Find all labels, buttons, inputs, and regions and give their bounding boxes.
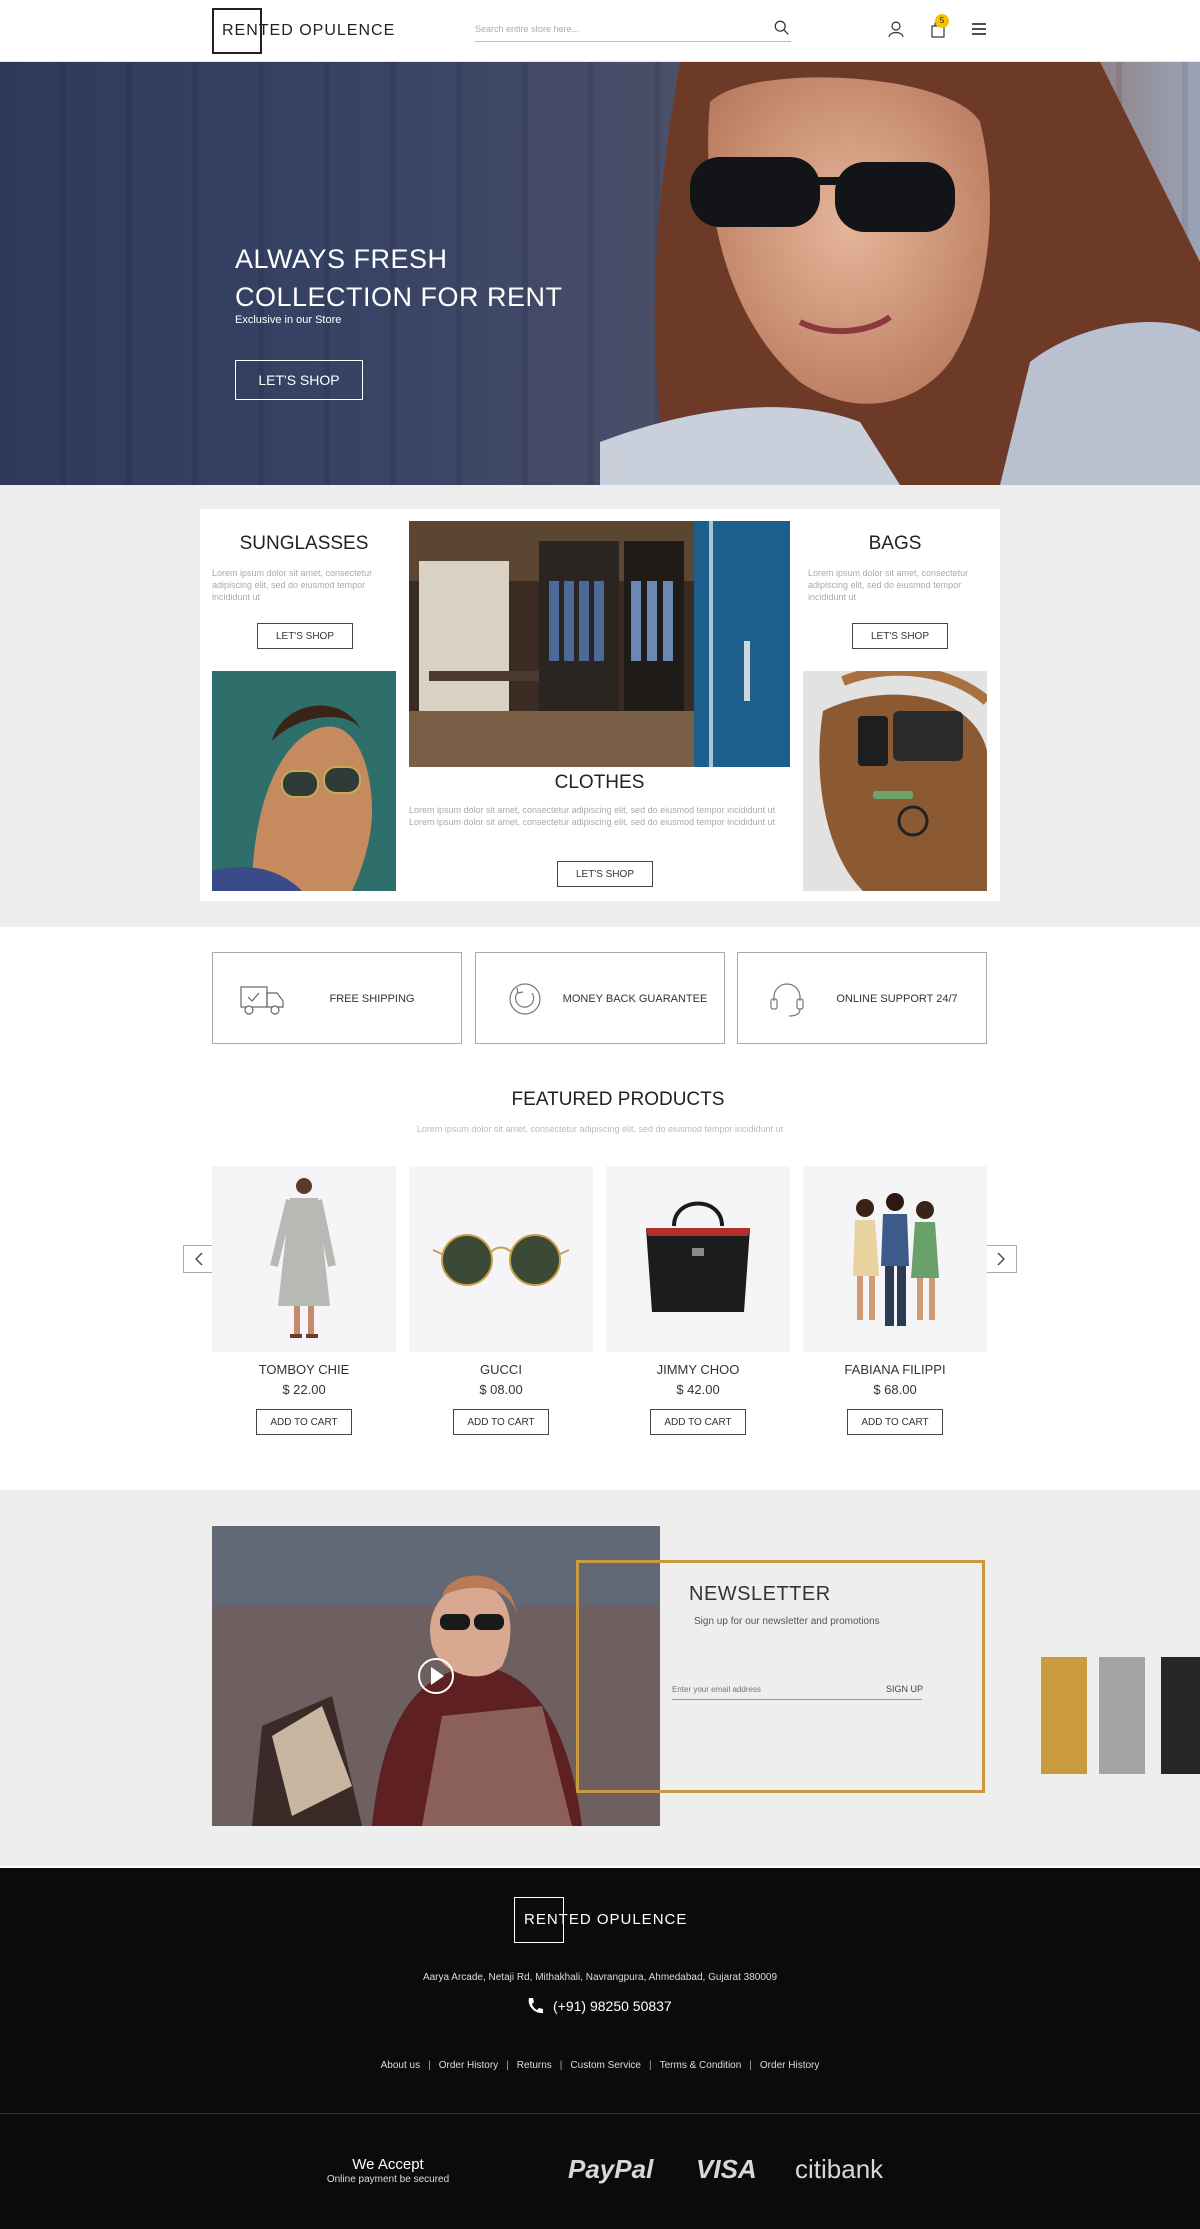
footer-link[interactable]: Custom Service <box>570 2060 641 2071</box>
categories-panel: SUNGLASSES Lorem ipsum dolor sit amet, c… <box>200 509 1000 901</box>
add-to-cart-button[interactable]: ADD TO CART <box>453 1409 549 1435</box>
product-price: $ 68.00 <box>873 1382 917 1397</box>
product-card[interactable]: TOMBOY CHIE $ 22.00 ADD TO CART <box>212 1166 396 1435</box>
footer-link[interactable]: Order History <box>760 2060 819 2071</box>
hero-banner: ALWAYS FRESH COLLECTION FOR RENT Exclusi… <box>0 62 1200 485</box>
product-image[interactable] <box>803 1166 987 1352</box>
featured-products-title: FEATURED PRODUCTS <box>511 1089 725 1110</box>
product-card[interactable]: FABIANA FILIPPI $ 68.00 ADD TO CART <box>803 1166 987 1435</box>
visa-logo: VISA <box>696 2154 757 2184</box>
footer-address: Aarya Arcade, Netaji Rd, Mithakhali, Nav… <box>422 1972 778 1983</box>
phone-icon <box>528 1998 543 2014</box>
product-image[interactable] <box>409 1166 593 1352</box>
site-logo[interactable]: RENTED OPULENCE <box>212 8 394 54</box>
footer-link[interactable]: Order History <box>439 2060 498 2071</box>
truck-icon <box>240 986 284 1015</box>
product-price: $ 08.00 <box>479 1382 523 1397</box>
bags-shop-button[interactable]: LET'S SHOP <box>852 623 948 649</box>
bags-title: BAGS <box>868 533 922 554</box>
footer-phone[interactable]: (+91) 98250 50837 <box>525 1996 672 2016</box>
product-image[interactable] <box>212 1166 396 1352</box>
add-to-cart-button[interactable]: ADD TO CART <box>650 1409 746 1435</box>
feature-online-support: ONLINE SUPPORT 24/7 <box>737 952 987 1044</box>
chevron-right-icon <box>997 1252 1005 1266</box>
site-header: RENTED OPULENCE 5 <box>0 0 1200 62</box>
newsletter-subtitle: Sign up for our newsletter and promotion… <box>694 1616 880 1627</box>
user-icon[interactable] <box>886 18 906 40</box>
add-to-cart-button[interactable]: ADD TO CART <box>847 1409 943 1435</box>
newsletter-signup-button[interactable]: SIGN UP <box>886 1684 923 1694</box>
hero-title: ALWAYS FRESH COLLECTION FOR RENT <box>235 244 563 312</box>
newsletter-email-input[interactable] <box>672 1680 922 1700</box>
footer-link[interactable]: Terms & Condition <box>660 2060 742 2071</box>
sunglasses-text: Lorem ipsum dolor sit amet, consectetur … <box>212 568 373 602</box>
site-footer: RENTED OPULENCE Aarya Arcade, Netaji Rd,… <box>0 1868 1200 2229</box>
newsletter-title: NEWSLETTER <box>689 1583 831 1605</box>
bags-text: Lorem ipsum dolor sit amet, consectetur … <box>808 568 969 602</box>
paypal-logo: PayPal <box>568 2154 654 2184</box>
bags-image <box>803 671 987 891</box>
citibank-logo: citibank <box>795 2154 884 2184</box>
feature-label: MONEY BACK GUARANTEE <box>562 993 708 1005</box>
hero-subtitle: Exclusive in our Store <box>235 314 342 326</box>
product-price: $ 22.00 <box>282 1382 326 1397</box>
footer-divider <box>0 2113 1200 2114</box>
refresh-icon <box>509 983 541 1015</box>
product-name[interactable]: JIMMY CHOO <box>606 1362 790 1377</box>
search-bar <box>475 18 791 42</box>
carousel-next-button[interactable] <box>983 1245 1017 1273</box>
we-accept-title: We Accept <box>352 2156 424 2173</box>
cart-count-badge: 5 <box>935 14 949 28</box>
feature-label: FREE SHIPPING <box>329 993 415 1005</box>
clothes-shop-button[interactable]: LET'S SHOP <box>557 861 653 887</box>
clothes-store-image <box>409 521 790 767</box>
product-name[interactable]: TOMBOY CHIE <box>212 1362 396 1377</box>
feature-money-back: MONEY BACK GUARANTEE <box>475 952 725 1044</box>
footer-links: About us | Order History | Returns | Custom… <box>380 2060 820 2071</box>
headset-icon <box>770 983 804 1017</box>
we-accept-subtitle: Online payment be secured <box>326 2174 450 2185</box>
scroll-mouse-icon[interactable] <box>611 452 623 470</box>
footer-link[interactable]: About us <box>381 2060 420 2071</box>
color-swatch-black[interactable] <box>1161 1657 1200 1774</box>
product-card[interactable]: JIMMY CHOO $ 42.00 ADD TO CART <box>606 1166 790 1435</box>
menu-icon[interactable] <box>969 18 989 40</box>
footer-logo-text: RENTED OPULENCE <box>524 1911 688 1928</box>
sunglasses-shop-button[interactable]: LET'S SHOP <box>257 623 353 649</box>
feature-free-shipping: FREE SHIPPING <box>212 952 462 1044</box>
footer-link[interactable]: Returns <box>517 2060 552 2071</box>
product-name[interactable]: GUCCI <box>409 1362 593 1377</box>
newsletter-section: NEWSLETTER Sign up for our newsletter an… <box>0 1490 1200 1866</box>
hero-model-image <box>600 62 1200 485</box>
sunglasses-image <box>212 671 396 891</box>
featured-products-subtitle: Lorem ipsum dolor sit amet, consectetur … <box>416 1124 784 1134</box>
logo-text: RENTED OPULENCE <box>222 22 396 39</box>
color-swatch-gray[interactable] <box>1099 1657 1145 1774</box>
clothes-title: CLOTHES <box>554 772 645 793</box>
footer-phone-number: (+91) 98250 50837 <box>553 1998 672 2014</box>
clothes-text: Lorem ipsum dolor sit amet, consectetur … <box>409 805 776 827</box>
product-name[interactable]: FABIANA FILIPPI <box>803 1362 987 1377</box>
product-price: $ 42.00 <box>676 1382 720 1397</box>
hero-shop-button[interactable]: LET'S SHOP <box>235 360 363 400</box>
product-image[interactable] <box>606 1166 790 1352</box>
add-to-cart-button[interactable]: ADD TO CART <box>256 1409 352 1435</box>
feature-label: ONLINE SUPPORT 24/7 <box>836 993 958 1005</box>
search-icon[interactable] <box>773 19 791 37</box>
categories-section: SUNGLASSES Lorem ipsum dolor sit amet, c… <box>0 485 1200 927</box>
sunglasses-title: SUNGLASSES <box>239 533 369 554</box>
search-input[interactable] <box>475 18 755 40</box>
product-card[interactable]: GUCCI $ 08.00 ADD TO CART <box>409 1166 593 1435</box>
color-swatch-gold[interactable] <box>1041 1657 1087 1774</box>
